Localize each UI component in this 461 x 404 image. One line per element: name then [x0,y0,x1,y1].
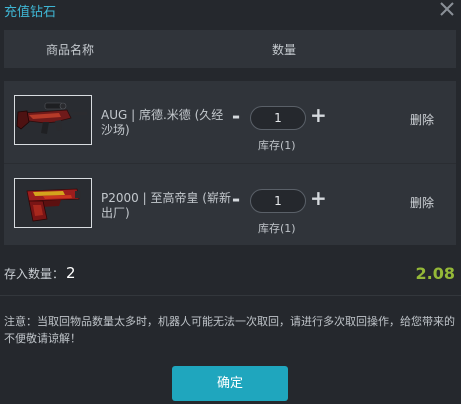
item-name: P2000 | 至高帝皇 (崭新出厂) [101,191,231,220]
list-item: AUG | 席德.米德 (久经沙场) - 1 + 库存(1) 删除 [4,81,456,163]
dialog-title: 充值钻石 [4,5,57,20]
deposit-summary: 存入数量： 2 [4,264,76,282]
stock-count: 库存(1) [258,139,296,152]
confirm-button[interactable]: 确定 [172,366,288,401]
item-name: AUG | 席德.米德 (久经沙场) [101,108,224,137]
table-header: 商品名称 数量 [4,30,456,68]
stock-count: 库存(1) [258,222,296,235]
delete-button[interactable]: 删除 [410,111,434,128]
deposit-count: 2 [66,264,76,282]
decrease-button[interactable]: - [229,106,243,127]
increase-button[interactable]: + [310,188,327,210]
delete-button[interactable]: 删除 [410,194,434,211]
quantity-input[interactable]: 1 [250,106,306,130]
list-item: P2000 | 至高帝皇 (崭新出厂) - 1 + 库存(1) 删除 [4,163,456,245]
item-thumbnail-aug [14,95,92,145]
decrease-button[interactable]: - [229,189,243,210]
column-header-name: 商品名称 [46,43,95,57]
item-thumbnail-p2000 [14,178,92,228]
close-icon[interactable] [436,0,458,20]
increase-button[interactable]: + [310,105,327,127]
quantity-input[interactable]: 1 [250,189,306,213]
rifle-icon [16,102,87,134]
item-list: AUG | 席德.米德 (久经沙场) - 1 + 库存(1) 删除 P2000 … [4,81,456,245]
deposit-label: 存入数量： [4,267,65,281]
total-amount: 2.08 [415,264,455,283]
notice-text: 注意：当取回物品数量太多时，机器人可能无法一次取回，请进行多次取回操作，给您带来… [4,315,455,345]
divider [0,295,461,296]
pistol-icon [26,188,81,222]
column-header-qty: 数量 [272,43,297,57]
